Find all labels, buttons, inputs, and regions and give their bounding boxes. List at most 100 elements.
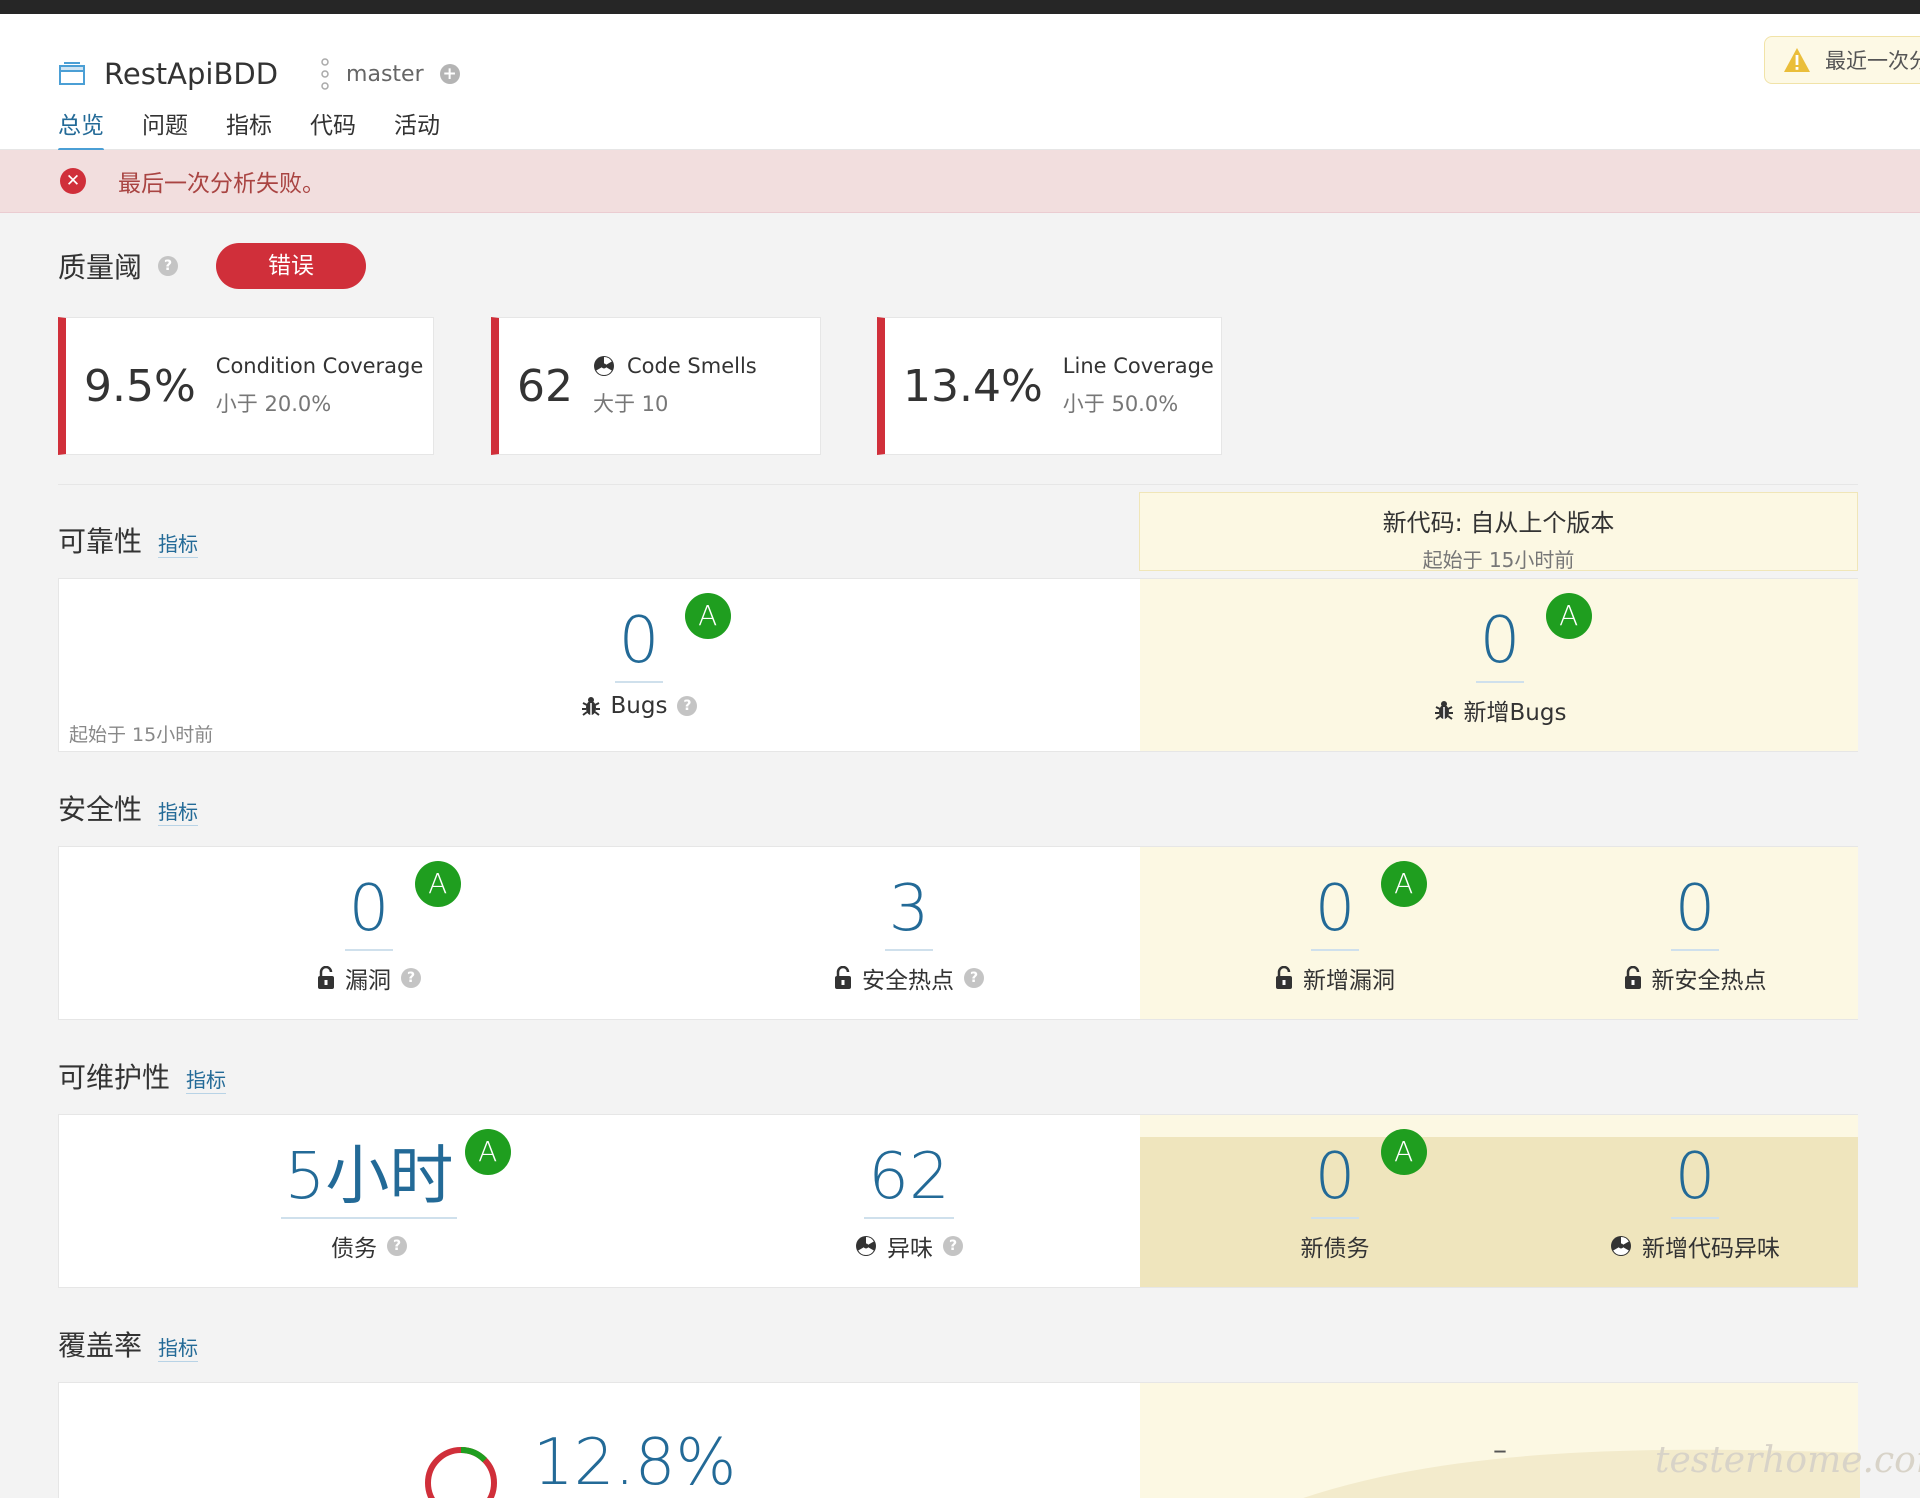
code-smell-icon xyxy=(1611,1236,1631,1256)
new-bugs-value[interactable]: 0A xyxy=(1475,593,1592,683)
new-code-smells-value[interactable]: 0 xyxy=(1670,1137,1720,1219)
coverage-metric[interactable]: 12.8% xyxy=(529,1423,769,1498)
alert-text: 最后一次分析失败。 xyxy=(118,171,325,197)
security-hotspots-label: 安全热点 ? xyxy=(809,961,1009,995)
vulnerabilities-label: 漏洞 ? xyxy=(269,961,469,995)
condition-card-line-coverage[interactable]: 13.4% Line Coverage 小于 50.0% xyxy=(877,317,1222,455)
security-measures-link[interactable]: 指标 xyxy=(158,796,199,826)
warning-icon xyxy=(1784,48,1810,72)
new-vulnerabilities-value-text: 0 xyxy=(1314,872,1356,946)
security-hotspots-metric[interactable]: 3 安全热点 ? xyxy=(809,869,1009,995)
maintainability-measures-link[interactable]: 指标 xyxy=(186,1064,227,1094)
security-hotspots-value[interactable]: 3 xyxy=(884,869,934,951)
new-code-title: 新代码: 自从上个版本 xyxy=(1382,509,1615,537)
code-smells-value[interactable]: 62 xyxy=(864,1137,954,1219)
new-bugs-value-text: 0 xyxy=(1479,604,1521,678)
new-coverage-value: – xyxy=(1493,1433,1507,1466)
vulnerabilities-value-text: 0 xyxy=(348,872,390,946)
condition-value: 62 xyxy=(517,360,573,412)
help-icon[interactable]: ? xyxy=(964,968,984,988)
top-bar xyxy=(0,0,1920,14)
new-security-hotspots-metric[interactable]: 0 新安全热点 xyxy=(1595,869,1795,995)
condition-value: 13.4% xyxy=(903,360,1043,412)
tab-overview[interactable]: 总览 xyxy=(58,106,104,152)
new-code-smells-label: 新增代码异味 xyxy=(1555,1229,1835,1263)
vulnerabilities-value[interactable]: 0A xyxy=(344,861,461,951)
tab-code[interactable]: 代码 xyxy=(310,106,356,152)
section-title-text: 安全性 xyxy=(58,793,143,826)
lock-icon xyxy=(318,966,334,989)
condition-card-condition-coverage[interactable]: 9.5% Condition Coverage 小于 20.0% xyxy=(58,317,434,455)
lock-icon xyxy=(1624,966,1641,989)
debt-label: 债务 ? xyxy=(229,1229,509,1263)
maintainability-panel: 5小时 A 债务 ? 62 异味 ? 0A 新债务 0 新增代码异味 xyxy=(58,1114,1858,1288)
new-security-hotspots-value[interactable]: 0 xyxy=(1670,869,1720,951)
bugs-label-text: Bugs xyxy=(610,693,668,719)
new-vulnerabilities-value[interactable]: 0A xyxy=(1310,861,1427,951)
condition-name: Line Coverage xyxy=(1063,354,1214,378)
branch-selector[interactable]: master + xyxy=(318,58,460,90)
coverage-value[interactable]: 12.8% xyxy=(529,1423,740,1498)
add-branch-icon[interactable]: + xyxy=(439,64,460,84)
project-tabs: 总览 问题 指标 代码 活动 xyxy=(58,106,478,152)
tab-measures[interactable]: 指标 xyxy=(226,106,272,152)
project-name[interactable]: RestApiBDD xyxy=(104,57,278,91)
branch-icon xyxy=(321,58,329,90)
vulnerabilities-metric[interactable]: 0A 漏洞 ? xyxy=(269,861,469,995)
condition-threshold: 大于 10 xyxy=(593,392,669,416)
new-debt-metric[interactable]: 0A 新债务 xyxy=(1235,1129,1435,1263)
rating-badge[interactable]: A xyxy=(464,1129,511,1175)
condition-threshold: 小于 20.0% xyxy=(215,392,332,416)
help-icon[interactable]: ? xyxy=(387,1236,407,1256)
debt-metric[interactable]: 5小时 A 债务 ? xyxy=(229,1129,511,1263)
new-vulnerabilities-metric[interactable]: 0A 新增漏洞 xyxy=(1235,861,1435,995)
reliability-new-code-panel: 0A 新增Bugs xyxy=(1140,579,1858,751)
section-title-text: 覆盖率 xyxy=(58,1329,143,1362)
condition-card-code-smells[interactable]: 62 Code Smells 大于 10 xyxy=(491,317,821,455)
new-debt-label: 新债务 xyxy=(1235,1229,1435,1263)
new-debt-value[interactable]: 0A xyxy=(1310,1129,1427,1219)
lock-icon xyxy=(835,966,851,989)
code-smells-metric[interactable]: 62 异味 ? xyxy=(809,1137,1009,1263)
condition-name-text: Code Smells xyxy=(627,354,757,378)
bugs-metric[interactable]: 0A Bugs ? xyxy=(539,593,739,719)
security-panel: 0A 漏洞 ? 3 安全热点 ? 0A 新增漏洞 0 新安全热点 xyxy=(58,846,1858,1020)
coverage-measures-link[interactable]: 指标 xyxy=(158,1332,199,1362)
quality-gate-title: 质量阈 xyxy=(58,251,143,284)
new-bugs-metric[interactable]: 0A 新增Bugs xyxy=(1400,593,1600,727)
security-new-code-panel: 0A 新增漏洞 0 新安全热点 xyxy=(1140,847,1858,1019)
condition-value: 9.5% xyxy=(84,360,196,412)
condition-name-text: Condition Coverage xyxy=(215,354,424,378)
rating-badge[interactable]: A xyxy=(684,593,731,639)
new-security-hotspots-label: 新安全热点 xyxy=(1595,961,1795,995)
bugs-value-text: 0 xyxy=(618,604,660,678)
new-code-smells-metric[interactable]: 0 新增代码异味 xyxy=(1555,1137,1835,1263)
reliability-measures-link[interactable]: 指标 xyxy=(158,528,199,558)
debt-label-text: 债务 xyxy=(331,1236,377,1262)
help-icon[interactable]: ? xyxy=(158,256,179,276)
divider xyxy=(58,484,1858,485)
help-icon[interactable]: ? xyxy=(677,696,698,716)
rating-badge[interactable]: A xyxy=(1380,1129,1427,1175)
debt-value[interactable]: 5小时 A xyxy=(280,1129,511,1219)
reliability-title: 可靠性 指标 xyxy=(58,520,199,560)
branch-name: master xyxy=(346,61,424,87)
condition-threshold: 小于 50.0% xyxy=(1062,392,1179,416)
tab-issues[interactable]: 问题 xyxy=(142,106,188,152)
bugs-value[interactable]: 0A xyxy=(614,593,731,683)
new-security-hotspots-label-text: 新安全热点 xyxy=(1651,968,1767,994)
rating-badge[interactable]: A xyxy=(1545,593,1592,639)
help-icon[interactable]: ? xyxy=(401,968,421,988)
code-smell-icon xyxy=(594,356,614,376)
rating-badge[interactable]: A xyxy=(1380,861,1427,907)
quality-gate-header: 质量阈 ? 错误 xyxy=(58,243,367,289)
tab-activity[interactable]: 活动 xyxy=(394,106,440,152)
new-debt-label-text: 新债务 xyxy=(1300,1236,1370,1262)
analysis-warning[interactable]: 最近一次分析 xyxy=(1764,36,1920,84)
project-icon xyxy=(59,62,85,85)
vulnerabilities-label-text: 漏洞 xyxy=(345,968,391,994)
help-icon[interactable]: ? xyxy=(943,1236,963,1256)
security-title: 安全性 指标 xyxy=(58,788,199,828)
rating-badge[interactable]: A xyxy=(414,861,461,907)
project-header: RestApiBDD master + 最近一次分析 总览 问题 指标 代码 活… xyxy=(0,14,1920,152)
